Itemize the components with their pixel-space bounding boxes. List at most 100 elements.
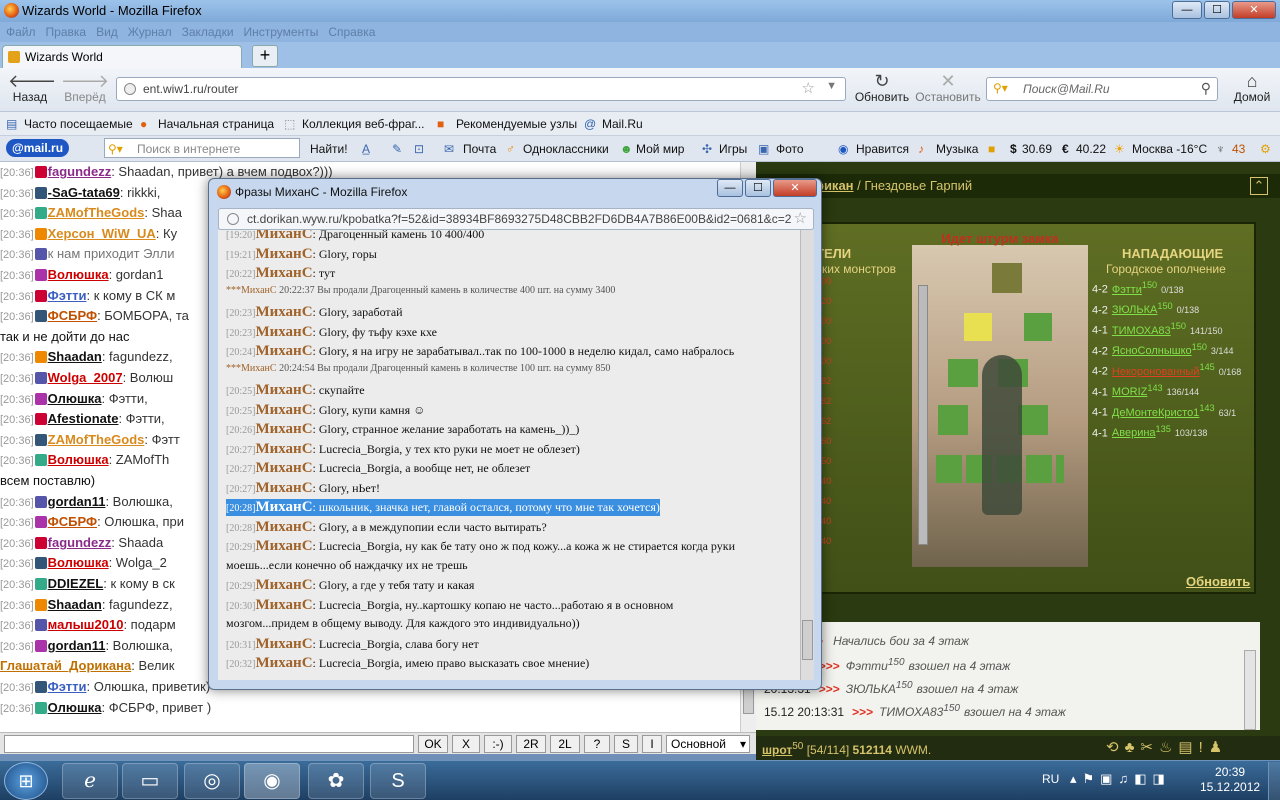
mail-link[interactable]: Почта [463,142,496,156]
clan-badge-icon[interactable] [34,269,47,281]
start-button[interactable]: ⊞ [4,762,48,800]
attacker-entry[interactable]: 4-1 Аверина135 103/138 [1092,424,1207,440]
chat-timestamp[interactable]: [20:36] [0,600,34,612]
menu-bookmarks[interactable]: Закладки [182,25,234,39]
menu-file[interactable]: Файл [6,25,36,39]
clan-badge-icon[interactable] [34,578,47,590]
phrase-author[interactable]: МиханС [255,230,312,242]
zoom-icon[interactable]: ⊡ [414,142,424,156]
stop-button[interactable]: ✕ Остановить [914,72,982,104]
chat-username[interactable]: Shaadan [48,597,102,612]
attacker-name[interactable]: ЯсноСолнышко [1112,345,1192,357]
chat-username[interactable]: Волюшка [48,555,109,570]
event-player[interactable]: Фэтти [846,659,888,673]
clan-badge-icon[interactable] [34,186,47,199]
maximize-button[interactable]: ☐ [1204,1,1230,19]
phrase-author[interactable]: МиханС [255,441,312,457]
clan-badge-icon[interactable] [34,351,47,364]
chat-timestamp[interactable]: [20:36] [0,579,34,591]
chat-timestamp[interactable]: [20:36] [0,249,34,261]
icq-icon[interactable]: ✿ [308,763,364,799]
chat-username[interactable]: gordan11 [48,494,106,509]
attacker-name[interactable]: Аверина [1112,427,1156,439]
clan-badge-icon[interactable] [34,619,47,632]
tower-floor-current[interactable] [964,313,992,341]
bookmark-start-page[interactable]: Начальная страница [158,117,274,131]
bookmark-recommended[interactable]: Рекомендуемые узлы [456,117,577,131]
phrase-author[interactable]: МиханС [255,402,312,418]
chat-timestamp[interactable]: [20:36] [0,497,34,509]
popup-maximize-button[interactable]: ☐ [745,179,771,197]
menu-history[interactable]: Журнал [128,25,172,39]
menu-help[interactable]: Справка [328,25,375,39]
chat-timestamp[interactable]: [20:36] [0,620,34,632]
close-button[interactable]: ✕ [1232,1,1276,19]
phrase-author[interactable]: МиханС [255,597,312,613]
chrome-icon[interactable]: ◎ [184,763,240,799]
chat-timestamp[interactable]: [20:36] [0,270,34,282]
minimize-button[interactable]: — [1172,1,1202,19]
phrase-author[interactable]: МиханС [255,655,312,671]
channel-select[interactable]: Основной ▾ [666,735,750,753]
attacker-entry[interactable]: 4-2 Фэтти150 0/138 [1092,280,1184,296]
clan-badge-icon[interactable] [34,701,47,714]
chat-timestamp[interactable]: [20:36] [0,641,34,653]
collapse-up-icon[interactable]: ⌃ [1250,177,1268,195]
chat-username[interactable]: Wolga_2007 [48,370,123,385]
chat-username[interactable]: Shaadan [48,349,102,364]
phrase-author[interactable]: МиханС [255,577,312,593]
chat-username[interactable]: Волюшка [48,452,109,467]
send-ok-button[interactable]: OK [418,735,448,753]
tower-floor-2a[interactable] [938,405,968,435]
event-player[interactable]: ЗЮЛЬКА [846,682,896,696]
url-dropdown-icon[interactable]: ▼ [826,80,837,92]
clan-badge-icon[interactable] [34,372,47,384]
attacker-entry[interactable]: 4-2 Некоронованный145 0/168 [1092,362,1241,378]
phrase-author[interactable]: МиханС [255,460,312,476]
back-button[interactable]: 🡐 Назад [8,72,56,104]
new-tab-button[interactable]: + [252,45,278,67]
attacker-entry[interactable]: 4-1 ДеМонтеКристо1143 63/1 [1092,403,1236,419]
tower-floor-5[interactable] [992,263,1022,293]
system-clock[interactable]: 20:39 15.12.2012 [1200,765,1260,795]
attacker-name[interactable]: Фэтти [1112,284,1142,296]
phrase-author[interactable]: МиханС [255,519,312,535]
attacker-entry[interactable]: 4-1 ТИМОХА83150 141/150 [1092,321,1223,337]
settings-gear-icon[interactable]: ⚙ [1260,142,1271,156]
popup-close-button[interactable]: ✕ [773,179,817,197]
attacker-entry[interactable]: 4-2 ЗЮЛЬКА150 0/138 [1092,301,1199,317]
chat-username[interactable]: Фэтти [48,288,87,303]
chat-username[interactable]: ZAMofTheGods [48,432,145,447]
tower-floor-3a[interactable] [948,359,978,387]
clan-badge-icon[interactable] [34,681,47,693]
search-icon[interactable]: ⚲ [1201,80,1211,97]
popup-star-icon[interactable]: ☆ [794,209,807,227]
usd-rate[interactable]: 30.69 [1022,142,1052,156]
menu-tools[interactable]: Инструменты [244,25,319,39]
phrase-author[interactable]: МиханС [255,304,312,320]
chat-timestamp[interactable]: [20:36] [0,517,34,529]
chat-username[interactable]: Олюшка [48,391,102,406]
attacker-name[interactable]: ТИМОХА83 [1112,325,1171,337]
bookmark-most-visited[interactable]: Часто посещаемые [24,117,133,131]
attacker-name[interactable]: Некоронованный [1112,366,1200,378]
chat-timestamp[interactable]: [20:36] [0,311,34,323]
reply-right-button[interactable]: 2R [516,735,546,753]
find-button[interactable]: Найти! [310,142,348,156]
tower-floor-4a[interactable] [1024,313,1052,341]
clan-badge-icon[interactable] [34,598,47,611]
language-indicator[interactable]: RU [1042,772,1059,786]
chat-timestamp[interactable]: [20:36] [0,291,34,303]
popup-minimize-button[interactable]: — [717,179,743,197]
home-button[interactable]: ⌂ Домой [1228,72,1276,104]
tray-icons[interactable]: ▴⚑▣♫◧◨ [1070,771,1171,787]
chat-username[interactable]: fagundezz [48,164,112,179]
phrase-author[interactable]: МиханС [255,421,312,437]
forward-button[interactable]: 🡒 Вперёд [60,72,110,104]
chat-username[interactable]: ФСБРФ [48,514,97,529]
attacker-name[interactable]: ЗЮЛЬКА [1112,304,1157,316]
notification-count[interactable]: 43 [1232,142,1245,156]
popup-scroll-thumb[interactable] [802,620,813,660]
chat-timestamp[interactable]: [20:36] [0,167,34,179]
chat-timestamp[interactable]: [20:36] [0,373,34,385]
